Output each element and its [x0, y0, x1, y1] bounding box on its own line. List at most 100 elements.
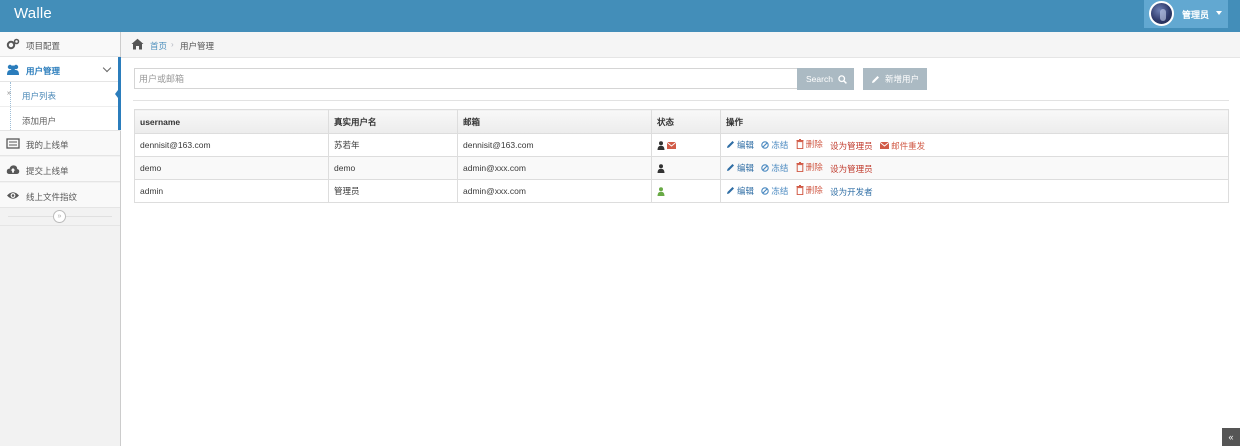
sidebar: 项目配置 用户管理 » 用户列表 添加用户 我的上线单 提交上线单 线上文件指纹 [0, 32, 121, 446]
resend-mail-label: 邮件重发 [891, 140, 926, 151]
freeze-label: 冻结 [771, 163, 789, 173]
ban-icon [761, 187, 770, 195]
submenu-item-label: 用户列表 [22, 91, 57, 101]
user-menu[interactable]: 管理员 [1144, 0, 1228, 28]
envelope-icon [880, 142, 890, 149]
caret-down-icon [1216, 11, 1222, 15]
freeze-label: 冻结 [771, 186, 789, 196]
search-button[interactable]: Search [797, 68, 854, 90]
table-header-row: username 真实用户名 邮箱 状态 操作 [134, 109, 1229, 134]
submenu-item-label: 添加用户 [22, 116, 57, 126]
pencil-icon [727, 141, 734, 148]
user-green-icon [657, 186, 665, 196]
envelope-icon [667, 141, 676, 149]
freeze-link[interactable]: 冻结 [761, 139, 788, 151]
active-pointer [115, 86, 121, 102]
user-name: 管理员 [1182, 10, 1210, 20]
delete-label: 删除 [805, 185, 823, 195]
set-admin-link[interactable]: 设为管理员 [830, 140, 873, 152]
sidebar-item-submit-deployment[interactable]: 提交上线单 [0, 157, 120, 182]
sidebar-collapse-icon[interactable]: » [53, 210, 66, 223]
freeze-label: 冻结 [771, 140, 789, 150]
cell-status [651, 179, 721, 203]
cloud-upload-icon [6, 163, 20, 176]
edit-link[interactable]: 编辑 [726, 185, 754, 197]
breadcrumb-current: 用户管理 [180, 41, 215, 51]
chevron-down-icon [102, 63, 112, 73]
edit-link[interactable]: 编辑 [726, 139, 754, 151]
avatar [1149, 1, 1174, 26]
search-button-label: Search [806, 74, 833, 84]
submenu: » 用户列表 添加用户 [0, 82, 121, 131]
column-header-status: 状态 [651, 109, 721, 134]
cell-status [651, 133, 721, 157]
cell-email: admin@xxx.com [457, 156, 652, 180]
users-table: username 真实用户名 邮箱 状态 操作 dennisit@163.com… [134, 109, 1229, 203]
sidebar-item-user-management[interactable]: 用户管理 [0, 57, 120, 82]
trash-icon [796, 162, 804, 172]
delete-link[interactable]: 删除 [796, 161, 823, 173]
cell-email: dennisit@163.com [457, 133, 652, 157]
sidebar-item-label: 提交上线单 [26, 166, 69, 176]
cell-status [651, 156, 721, 180]
eye-icon [6, 189, 20, 202]
sidebar-item-label: 我的上线单 [26, 140, 69, 150]
breadcrumb: 首页 › 用户管理 [121, 32, 1240, 58]
cell-email: admin@xxx.com [457, 179, 652, 203]
delete-link[interactable]: 删除 [796, 184, 823, 196]
ban-icon [761, 164, 770, 172]
add-user-button-label: 新增用户 [885, 74, 920, 84]
search-input[interactable] [134, 68, 798, 89]
edit-label: 编辑 [737, 139, 755, 150]
users-icon [6, 63, 20, 76]
user-icon [657, 163, 665, 173]
submenu-item-add-user[interactable]: 添加用户 [0, 106, 121, 130]
edit-label: 编辑 [737, 162, 755, 173]
trash-icon [796, 139, 804, 149]
submenu-item-user-list[interactable]: » 用户列表 [0, 82, 121, 106]
user-icon [657, 140, 665, 150]
freeze-link[interactable]: 冻结 [761, 162, 788, 174]
sidebar-item-label: 用户管理 [26, 66, 61, 76]
sidebar-item-label: 线上文件指纹 [26, 192, 78, 202]
table-row: dennisit@163.com 苏若年 dennisit@163.com 编辑… [134, 133, 1229, 157]
scroll-to-top-button[interactable]: « [1222, 428, 1240, 446]
cogs-icon [6, 38, 20, 51]
divider [0, 225, 120, 226]
sidebar-item-file-fingerprint[interactable]: 线上文件指纹 [0, 183, 120, 208]
cell-actions: 编辑 冻结 删除 设为开发者 [720, 179, 1229, 203]
sidebar-item-project-config[interactable]: 项目配置 [0, 32, 120, 57]
edit-link[interactable]: 编辑 [726, 162, 754, 174]
column-header-username: username [134, 109, 329, 134]
search-icon [838, 74, 847, 84]
sidebar-item-my-deployments[interactable]: 我的上线单 [0, 131, 120, 156]
delete-label: 删除 [805, 139, 823, 149]
resend-mail-link[interactable]: 邮件重发 [880, 140, 925, 152]
pencil-icon [872, 75, 879, 83]
brand-logo[interactable]: Walle [14, 5, 52, 22]
table-row: demo demo admin@xxx.com 编辑 冻结 删除 设为管理员 [134, 156, 1229, 180]
breadcrumb-separator-icon: › [171, 40, 174, 49]
home-icon [131, 38, 144, 50]
table-row: admin 管理员 admin@xxx.com 编辑 冻结 删除 设为开发者 [134, 179, 1229, 203]
navbar: Walle 管理员 [0, 0, 1240, 32]
delete-label: 删除 [805, 162, 823, 172]
cell-realname: 苏若年 [328, 133, 458, 157]
sidebar-item-label: 项目配置 [26, 41, 61, 51]
list-icon [6, 137, 20, 150]
cell-username: demo [134, 156, 329, 180]
delete-link[interactable]: 删除 [796, 138, 823, 150]
breadcrumb-home-link[interactable]: 首页 [150, 40, 167, 52]
cell-username: admin [134, 179, 329, 203]
pencil-icon [727, 164, 734, 171]
cell-actions: 编辑 冻结 删除 设为管理员 [720, 156, 1229, 180]
set-developer-link[interactable]: 设为开发者 [830, 186, 873, 198]
add-user-button[interactable]: 新增用户 [863, 68, 927, 90]
ban-icon [761, 141, 770, 149]
cell-username: dennisit@163.com [134, 133, 329, 157]
freeze-link[interactable]: 冻结 [761, 185, 788, 197]
edit-label: 编辑 [737, 185, 755, 196]
set-admin-link[interactable]: 设为管理员 [830, 163, 873, 175]
double-angle-right-icon: » [7, 90, 11, 97]
trash-icon [796, 185, 804, 195]
